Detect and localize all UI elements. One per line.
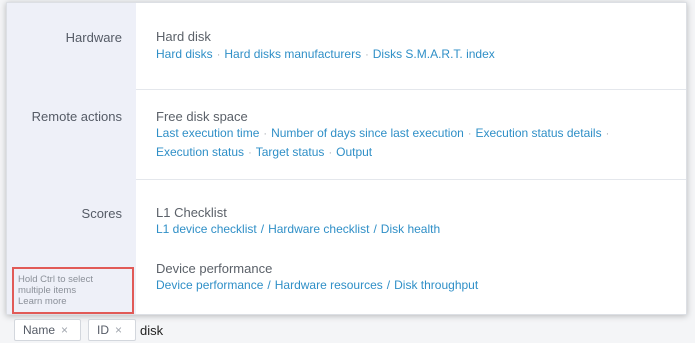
link-hardware-checklist[interactable]: Hardware checklist [268, 222, 369, 236]
link-row-device-performance: Device performance / Hardware resources / Di… [156, 278, 478, 292]
link-l1-device-checklist[interactable]: L1 device checklist [156, 222, 257, 236]
link-days-since-last-execution[interactable]: Number of days since last execution [271, 126, 464, 140]
hint-line-1: Hold Ctrl to select [18, 274, 93, 285]
group-title-hard-disk: Hard disk [156, 29, 211, 44]
filter-chip-label: ID [97, 323, 109, 337]
separator-slash: / [267, 278, 271, 292]
filter-bar: Name × ID × [0, 316, 695, 343]
section-label-remote-actions: Remote actions [31, 109, 122, 124]
group-title-l1-checklist: L1 Checklist [156, 205, 227, 220]
filter-chip-name[interactable]: Name × [14, 319, 81, 341]
link-hard-disks-manufacturers[interactable]: Hard disks manufacturers [224, 47, 361, 61]
group-title-free-disk-space: Free disk space [156, 109, 248, 124]
section-divider [136, 179, 686, 180]
remove-chip-icon[interactable]: × [115, 323, 122, 337]
section-label-hardware: Hardware [65, 30, 122, 45]
separator-dot: · [328, 147, 333, 159]
multi-select-hint: Hold Ctrl to select multiple items Learn… [12, 267, 134, 314]
filter-chip-id[interactable]: ID × [88, 319, 136, 341]
link-target-status[interactable]: Target status [256, 145, 325, 159]
section-divider [136, 89, 686, 90]
link-device-performance[interactable]: Device performance [156, 278, 263, 292]
section-label-scores: Scores [81, 206, 122, 221]
autocomplete-dropdown: Hardware Hard disk Hard disks · Hard disks… [6, 2, 687, 315]
link-row-hard-disk: Hard disks · Hard disks manufacturers · Disk… [156, 47, 495, 61]
filter-search-input[interactable] [140, 320, 340, 340]
link-row-free-disk-space-1: Last execution time · Number of days since… [156, 126, 613, 140]
filter-chip-label: Name [23, 323, 56, 337]
link-row-free-disk-space-2: Execution status · Target status · Output [156, 145, 372, 159]
link-last-execution-time[interactable]: Last execution time [156, 126, 259, 140]
link-disk-throughput[interactable]: Disk throughput [394, 278, 478, 292]
link-row-l1-checklist: L1 device checklist / Hardware checklist / D… [156, 222, 440, 236]
link-hardware-resources[interactable]: Hardware resources [275, 278, 383, 292]
link-disks-smart-index[interactable]: Disks S.M.A.R.T. index [373, 47, 495, 61]
hint-line-2: multiple items [18, 285, 77, 296]
link-execution-status[interactable]: Execution status [156, 145, 244, 159]
link-hard-disks[interactable]: Hard disks [156, 47, 213, 61]
separator-slash: / [373, 222, 377, 236]
separator-dot: · [216, 49, 221, 61]
separator-dot: · [263, 128, 268, 140]
separator-dot: · [248, 147, 252, 159]
separator-dot: · [365, 49, 369, 61]
link-disk-health[interactable]: Disk health [381, 222, 440, 236]
link-execution-status-details[interactable]: Execution status details [476, 126, 602, 140]
separator-dot: · [605, 128, 610, 140]
remove-chip-icon[interactable]: × [61, 323, 68, 337]
separator-slash: / [260, 222, 265, 236]
group-title-device-performance: Device performance [156, 261, 273, 276]
separator-dot: · [467, 128, 472, 140]
learn-more-link[interactable]: Learn more [18, 296, 132, 307]
separator-slash: / [386, 278, 391, 292]
link-output[interactable]: Output [336, 145, 372, 159]
